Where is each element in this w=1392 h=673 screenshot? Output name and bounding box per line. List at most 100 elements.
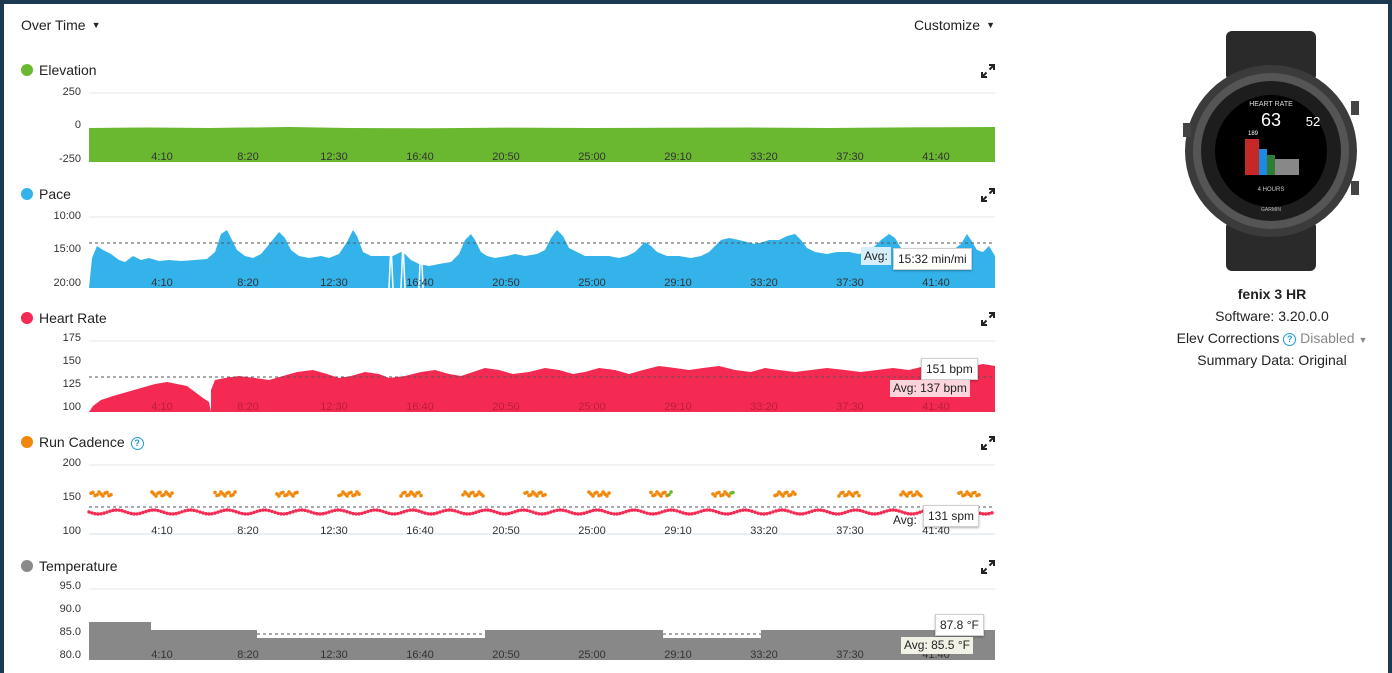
heart-rate-current-tooltip: 151 bpm bbox=[921, 358, 978, 380]
expand-icon[interactable] bbox=[981, 312, 995, 326]
cadence-point bbox=[165, 511, 169, 515]
watch-face-brand: GARMIN bbox=[1261, 207, 1281, 213]
cadence-point bbox=[879, 511, 883, 515]
cadence-point bbox=[447, 508, 451, 512]
y-tick: 20:00 bbox=[53, 277, 81, 289]
cadence-point bbox=[543, 492, 547, 497]
cadence-point bbox=[639, 509, 643, 513]
expand-icon[interactable] bbox=[981, 560, 995, 574]
cadence-point bbox=[405, 509, 409, 513]
cadence-point bbox=[771, 510, 775, 514]
cadence-point bbox=[432, 512, 436, 516]
cadence-point bbox=[333, 508, 337, 513]
customize-menu[interactable]: Customize ▼ bbox=[914, 17, 995, 33]
cadence-point bbox=[795, 511, 799, 516]
cadence-point bbox=[204, 512, 208, 516]
x-tick-label: 16:40 bbox=[406, 277, 434, 289]
x-tick-label: 8:20 bbox=[237, 401, 258, 413]
cadence-point bbox=[801, 512, 805, 516]
cadence-point bbox=[660, 510, 664, 514]
device-name: fenix 3 HR bbox=[1237, 286, 1307, 302]
heart-rate-plot[interactable]: 4:10 8:20 12:30 16:40 20:50 25:00 29:10 33:20 37… bbox=[89, 340, 995, 413]
pace-label: Pace bbox=[39, 186, 71, 202]
cadence-point bbox=[303, 508, 307, 513]
y-tick: 15:00 bbox=[53, 243, 81, 255]
cadence-point bbox=[570, 511, 574, 515]
cadence-point bbox=[444, 508, 448, 513]
pace-title: Pace bbox=[21, 186, 71, 204]
cadence-point bbox=[753, 510, 757, 514]
cadence-point bbox=[525, 508, 529, 513]
y-tick: 95.0 bbox=[59, 580, 81, 592]
y-tick: 90.0 bbox=[59, 603, 81, 615]
cadence-point bbox=[849, 508, 853, 513]
x-tick-label: 25:00 bbox=[578, 401, 606, 413]
cadence-point bbox=[147, 508, 151, 513]
cadence-point bbox=[99, 512, 103, 516]
cadence-point bbox=[138, 511, 142, 516]
cadence-point bbox=[423, 511, 427, 515]
help-icon[interactable]: ? bbox=[1283, 333, 1297, 346]
expand-icon[interactable] bbox=[981, 188, 995, 202]
cadence-point bbox=[342, 509, 346, 513]
cadence-point bbox=[213, 511, 217, 515]
cadence-point bbox=[294, 509, 298, 513]
x-tick-label: 8:20 bbox=[237, 649, 258, 661]
cadence-point bbox=[111, 508, 115, 513]
cadence-point bbox=[822, 508, 826, 513]
cadence-point bbox=[607, 491, 611, 495]
x-tick-label: 33:20 bbox=[750, 649, 778, 661]
cadence-point bbox=[837, 512, 841, 516]
cadence-point bbox=[705, 508, 709, 512]
cadence-point bbox=[624, 509, 628, 514]
device-software: Software: 3.20.0.0 bbox=[1215, 308, 1329, 324]
cadence-point bbox=[885, 509, 889, 513]
page: Over Time ▼ Customize ▼ Elevation 250 0 -2… bbox=[4, 4, 1388, 673]
cadence-point bbox=[819, 508, 823, 512]
x-tick-label: 16:40 bbox=[406, 401, 434, 413]
x-tick-label: 41:40 bbox=[922, 151, 950, 163]
cadence-point bbox=[93, 512, 97, 516]
x-tick-label: 37:30 bbox=[836, 525, 864, 537]
customize-label: Customize bbox=[913, 17, 981, 33]
view-selector[interactable]: Over Time ▼ bbox=[21, 17, 101, 33]
cadence-point bbox=[288, 511, 292, 515]
elev-corrections-dropdown[interactable]: Disabled ▼ bbox=[1300, 330, 1367, 346]
run-cadence-plot[interactable]: 4:10 8:20 12:30 16:40 20:50 25:00 29:10 33:20 37… bbox=[87, 464, 995, 537]
cadence-point bbox=[495, 510, 499, 515]
cadence-point bbox=[408, 508, 412, 512]
cadence-point bbox=[102, 511, 106, 515]
top-bar: Over Time ▼ Customize ▼ bbox=[21, 17, 995, 37]
x-tick-label: 20:50 bbox=[492, 151, 520, 163]
elevation-plot[interactable]: 4:10 8:20 12:30 16:40 20:50 25:00 29:10 33:20 37… bbox=[89, 92, 995, 163]
x-tick-label: 33:20 bbox=[750, 525, 778, 537]
help-icon[interactable]: ? bbox=[130, 437, 144, 450]
temperature-plot[interactable]: 4:10 8:20 12:30 16:40 20:50 25:00 29:10 33:20 37… bbox=[89, 588, 995, 661]
cadence-point bbox=[255, 509, 259, 514]
cadence-point bbox=[984, 512, 988, 516]
cadence-point bbox=[507, 511, 511, 516]
x-tick-label: 16:40 bbox=[406, 151, 434, 163]
cadence-point bbox=[321, 512, 325, 516]
cadence-point bbox=[564, 509, 568, 513]
pace-plot[interactable]: 4:10 8:20 12:30 16:40 20:50 25:00 29:10 33:20 37… bbox=[89, 216, 995, 289]
cadence-point bbox=[780, 508, 784, 512]
x-tick-label: 25:00 bbox=[578, 649, 606, 661]
x-tick-label: 41:40 bbox=[922, 401, 950, 413]
cadence-point bbox=[747, 508, 751, 513]
cadence-point bbox=[183, 509, 187, 513]
expand-icon[interactable] bbox=[981, 64, 995, 78]
cadence-point bbox=[798, 512, 802, 516]
cadence-point bbox=[846, 509, 850, 514]
temperature-legend-dot bbox=[21, 560, 33, 572]
cadence-point bbox=[504, 512, 508, 516]
expand-icon[interactable] bbox=[981, 436, 995, 450]
cadence-point bbox=[375, 508, 379, 512]
cadence-point bbox=[690, 512, 694, 516]
cadence-point bbox=[105, 490, 109, 495]
temperature-avg-badge: Avg: 85.5 °F bbox=[901, 637, 973, 654]
cadence-point bbox=[585, 510, 589, 515]
cadence-point bbox=[841, 490, 845, 495]
cadence-point bbox=[711, 508, 715, 513]
cadence-point bbox=[468, 512, 472, 516]
